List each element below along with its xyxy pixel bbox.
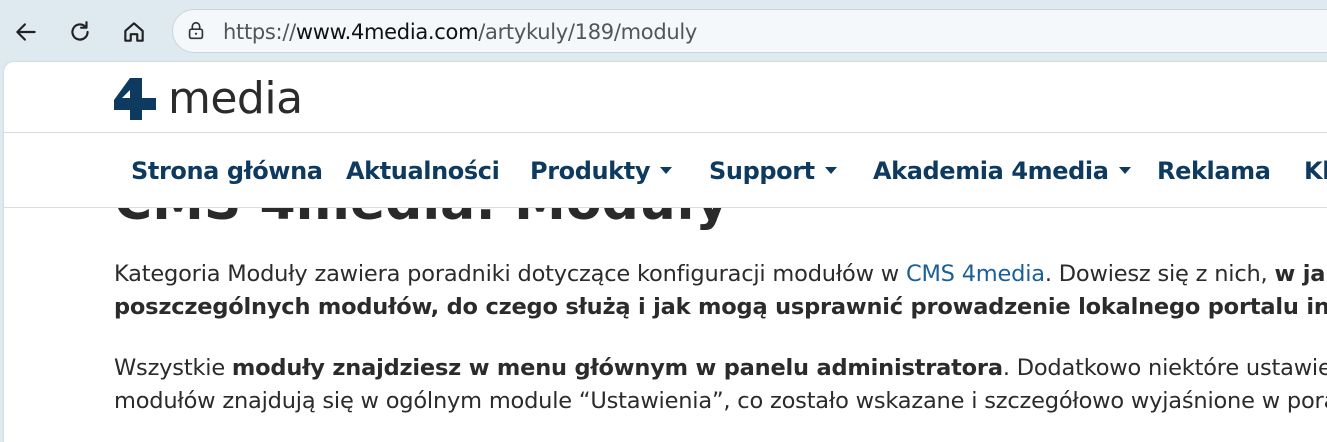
url-text[interactable]: https://www.4media.com/artykuly/189/modu… [223, 20, 697, 44]
nav-item-support[interactable]: Support [709, 157, 837, 185]
home-button[interactable] [114, 12, 154, 52]
url-path: /artykuly/189/moduly [478, 20, 698, 44]
reload-icon [71, 21, 89, 41]
main-navigation: Strona główna Aktualności Produkty Suppo… [4, 133, 1327, 208]
url-scheme: https:// [223, 20, 296, 44]
address-bar[interactable]: https://www.4media.com/artykuly/189/modu… [172, 9, 1327, 53]
site-header: media [4, 62, 1327, 133]
site-logo[interactable]: media [112, 74, 303, 124]
nav-item-ads[interactable]: Reklama [1157, 157, 1271, 185]
cms-link[interactable]: CMS 4media [906, 261, 1045, 287]
modules-paragraph: Wszystkie moduły znajdziesz w menu główn… [114, 355, 1327, 414]
lock-icon[interactable] [185, 20, 207, 42]
back-button[interactable] [6, 12, 46, 52]
home-icon [124, 22, 144, 42]
back-arrow-icon [16, 23, 36, 41]
intro-paragraph: Kategoria Moduły zawiera poradniki dotyc… [114, 261, 1327, 320]
nav-item-news[interactable]: Aktualności [346, 157, 500, 185]
browser-toolbar: https://www.4media.com/artykuly/189/modu… [0, 0, 1327, 62]
reload-button[interactable] [60, 12, 100, 52]
nav-item-home[interactable]: Strona główna [131, 157, 323, 185]
4media-logo-icon [114, 78, 156, 120]
chevron-down-icon [1118, 166, 1131, 174]
nav-item-academy[interactable]: Akademia 4media [873, 157, 1131, 185]
nav-item-contact[interactable]: Kl [1304, 157, 1327, 185]
chevron-down-icon [824, 166, 837, 174]
page-viewport: media CMS 4media: Moduły Kategoria Moduł… [4, 62, 1327, 442]
url-domain: www.4media.com [295, 20, 479, 44]
logo-text: media [168, 73, 303, 124]
chevron-down-icon [660, 166, 673, 174]
nav-item-products[interactable]: Produkty [530, 157, 673, 185]
